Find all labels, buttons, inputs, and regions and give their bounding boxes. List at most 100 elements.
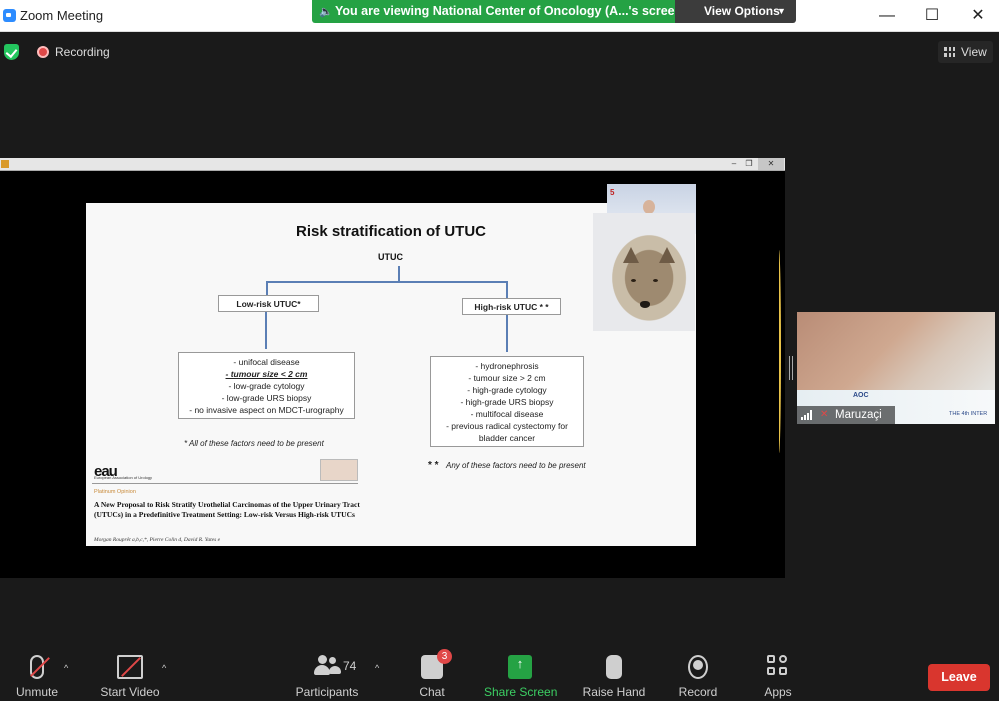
low-risk-label: Low-risk UTUC* — [218, 295, 319, 312]
raise-hand-label: Raise Hand — [582, 685, 646, 699]
apps-icon — [767, 655, 789, 679]
participants-options-caret-icon[interactable]: ^ — [375, 663, 379, 673]
apps-label: Apps — [764, 685, 792, 699]
slide-root-node: UTUC — [378, 252, 403, 262]
participant-name: Maruzaçi — [835, 409, 882, 421]
chevron-down-icon: ▼ — [777, 6, 786, 16]
publication-thumbnail — [320, 459, 358, 481]
paper-authors: Morgan Rouprêt a,b,c,*, Pierre Colin d, … — [94, 537, 221, 543]
list-item: - hydronephrosis — [475, 361, 539, 371]
list-item: - low-grade URS biopsy — [221, 393, 312, 403]
connector-right-down — [506, 281, 508, 298]
low-risk-note: * All of these factors need to be presen… — [184, 439, 324, 448]
high-risk-note-star: * * — [428, 460, 439, 471]
connector-right-factors — [506, 315, 508, 352]
list-item: - high-grade cytology — [467, 385, 547, 395]
eau-logo-subtitle: European Association of Urology — [94, 475, 153, 480]
high-risk-label: High-risk UTUC * * — [462, 298, 561, 315]
wolf-image — [593, 213, 695, 331]
participants-label: Participants — [295, 685, 359, 699]
wolf-nose — [640, 301, 650, 308]
speaker-icon: 🔈 — [319, 6, 333, 18]
raise-hand-icon — [606, 655, 622, 679]
section-label: Platinum Opinion — [94, 489, 136, 495]
pip-logo: 5 — [610, 188, 615, 197]
view-options-label: View Options — [704, 4, 780, 18]
connector-root — [398, 266, 400, 281]
zoom-app-icon — [3, 9, 16, 22]
list-item: - unifocal disease — [233, 357, 300, 367]
high-risk-note: Any of these factors need to be present — [446, 461, 586, 470]
inner-close-icon: ✕ — [758, 158, 784, 170]
conference-banner-text: THE 4th INTER — [949, 411, 988, 417]
share-screen-button[interactable]: ↑ Share Screen — [484, 655, 558, 700]
list-item: - previous radical cystectomy for — [446, 421, 568, 431]
record-button[interactable]: Record — [676, 655, 720, 700]
window-title: Zoom Meeting — [20, 8, 104, 23]
shared-window-titlebar: – ❐ ✕ — [0, 158, 785, 171]
list-item: - no invasive aspect on MDCT-urography — [189, 405, 344, 415]
muted-mic-icon: ✕ — [820, 409, 829, 420]
signal-strength-icon — [801, 410, 815, 420]
title-bar: Zoom Meeting 🔈 You are viewing National … — [0, 0, 999, 32]
record-icon — [688, 655, 708, 679]
view-label: View — [961, 45, 987, 59]
wolf-ear — [623, 247, 639, 263]
divider — [92, 483, 358, 484]
conference-brand: AOC — [853, 392, 869, 399]
wolf-ear — [659, 247, 675, 263]
low-risk-factors: - unifocal disease - tumour size < 2 cm … — [178, 352, 355, 419]
presentation-app-icon — [1, 160, 9, 168]
inner-minimize-icon: – — [731, 159, 737, 168]
list-item: - tumour size < 2 cm — [225, 369, 308, 379]
inner-restore-icon: ❐ — [745, 159, 753, 168]
viewing-share-banner: 🔈 You are viewing National Center of Onc… — [312, 0, 682, 23]
connector-left-factors — [265, 311, 267, 349]
chat-label: Chat — [419, 685, 445, 699]
recording-label[interactable]: Recording — [55, 45, 110, 59]
view-button[interactable]: View — [938, 41, 993, 63]
raise-hand-button[interactable]: Raise Hand — [582, 655, 646, 700]
grid-icon — [944, 47, 955, 57]
list-item: - low-grade cytology — [228, 381, 305, 391]
share-screen-icon: ↑ — [508, 655, 532, 679]
chat-bubble-icon: 3 — [421, 649, 452, 679]
participants-icon — [314, 655, 341, 679]
chat-unread-badge: 3 — [437, 649, 452, 664]
share-screen-label: Share Screen — [484, 685, 558, 699]
wolf-eye — [653, 279, 658, 282]
minimize-button[interactable]: — — [872, 6, 902, 26]
unmute-label: Unmute — [15, 685, 59, 699]
chat-button[interactable]: 3 Chat — [412, 649, 452, 700]
annotation-stroke — [777, 250, 781, 453]
list-item: - high-grade URS biopsy — [460, 397, 554, 407]
video-camera-icon — [117, 655, 143, 679]
view-options-button[interactable]: View Options ▼ — [675, 0, 796, 23]
wolf-eye — [631, 279, 636, 282]
audio-options-caret-icon[interactable]: ^ — [64, 663, 68, 673]
record-label: Record — [678, 685, 718, 699]
presenter-head — [643, 200, 655, 214]
close-button[interactable]: ✕ — [963, 6, 993, 26]
list-item: - multifocal disease — [470, 409, 544, 419]
start-video-label: Start Video — [100, 685, 160, 699]
start-video-button[interactable]: Start Video — [98, 655, 162, 700]
zoom-meeting-window: Zoom Meeting 🔈 You are viewing National … — [0, 0, 999, 701]
panel-splitter-handle[interactable] — [789, 356, 793, 380]
share-banner-text: You are viewing National Center of Oncol… — [335, 4, 683, 18]
leave-button[interactable]: Leave — [928, 664, 990, 691]
connector-horizontal — [266, 281, 508, 283]
participants-count: 74 — [343, 659, 357, 673]
encryption-shield-icon[interactable] — [4, 44, 19, 60]
list-item: bladder cancer — [478, 433, 536, 443]
maximize-button[interactable]: ☐ — [917, 6, 947, 26]
paper-title: A New Proposal to Risk Stratify Urotheli… — [94, 500, 360, 519]
recording-icon — [37, 46, 49, 58]
microphone-icon — [30, 655, 50, 679]
apps-button[interactable]: Apps — [762, 655, 794, 700]
unmute-button[interactable]: Unmute — [12, 655, 62, 700]
participant-video-tile[interactable]: AOC THE 4th INTER ✕ Maruzaçi — [797, 312, 995, 424]
video-options-caret-icon[interactable]: ^ — [162, 663, 166, 673]
connector-left-down — [266, 281, 268, 295]
high-risk-factors: - hydronephrosis - tumour size > 2 cm - … — [430, 356, 584, 447]
